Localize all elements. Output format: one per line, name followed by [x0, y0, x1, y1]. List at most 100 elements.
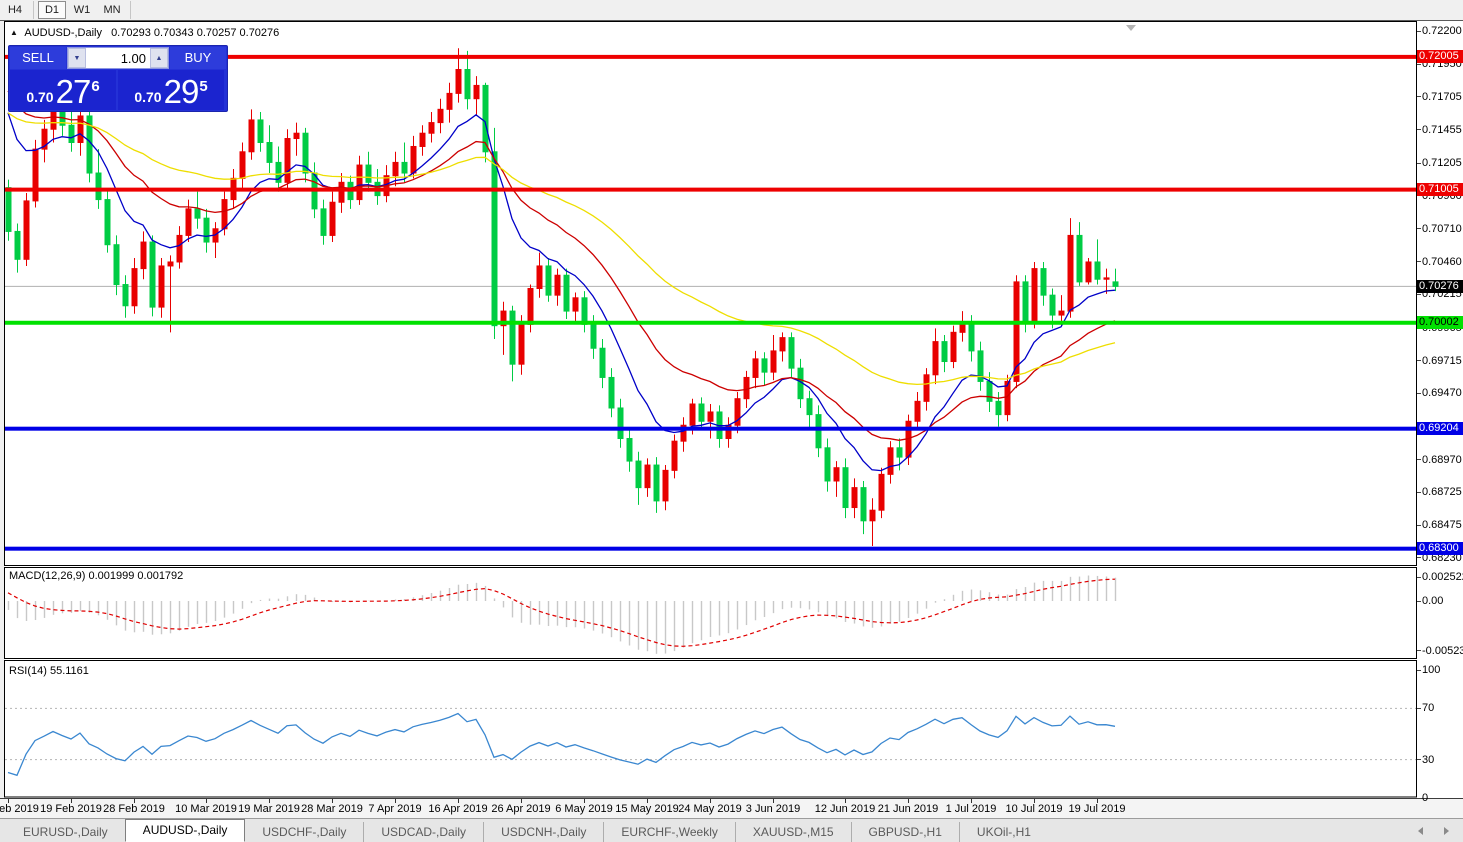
candle-body	[572, 297, 579, 312]
candle-body	[410, 145, 417, 174]
candle-body	[743, 376, 750, 400]
rsi-axis-tick	[1417, 759, 1421, 761]
candle-body	[932, 341, 939, 376]
macd-tick-label: 0.002522	[1422, 571, 1463, 584]
macd-axis-tick	[1417, 600, 1421, 602]
candle-body	[923, 374, 930, 402]
scroll-tabs-left-icon[interactable]	[1415, 826, 1427, 836]
candle-body	[986, 380, 993, 402]
candle-body	[689, 403, 696, 426]
candle-body	[167, 261, 174, 267]
candle-body	[185, 208, 192, 236]
tab-usdcnh-daily[interactable]: USDCNH-,Daily	[483, 822, 603, 842]
macd-tick-label: -0.005234	[1422, 644, 1463, 657]
sell-price-main: 27	[55, 73, 92, 110]
price-axis-tick	[1417, 96, 1421, 98]
chart-shift-marker-icon[interactable]	[1126, 25, 1136, 31]
scroll-tabs-right-icon[interactable]	[1441, 826, 1453, 836]
tab-gbpusd-h1[interactable]: GBPUSD-,H1	[850, 822, 959, 842]
macd-axis-tick	[1417, 650, 1421, 652]
tab-usdcad-daily[interactable]: USDCAD-,Daily	[363, 822, 483, 842]
moving-average-line	[7, 112, 1116, 386]
price-tick-label: 0.68475	[1422, 519, 1462, 532]
candle-body	[878, 473, 885, 511]
buy-price-pip: 5	[199, 78, 208, 95]
timeframe-mn-button[interactable]: MN	[98, 1, 126, 19]
candle-body	[221, 199, 228, 230]
tab-audusd-daily[interactable]: AUDUSD-,Daily	[124, 819, 246, 842]
candle-body	[1049, 294, 1056, 316]
timeframe-h4-button[interactable]: H4	[1, 1, 29, 19]
tab-eurusd-daily[interactable]: EURUSD-,Daily	[6, 822, 125, 842]
tab-eurchf-weekly[interactable]: EURCHF-,Weekly	[603, 822, 734, 842]
level-line	[5, 426, 1416, 431]
candle-body	[887, 447, 894, 475]
buy-price-display[interactable]: 0.70 29 5	[118, 70, 224, 110]
macd-indicator-canvas[interactable]	[0, 566, 1417, 660]
candle-body	[122, 284, 129, 307]
rsi-indicator-canvas[interactable]	[0, 660, 1417, 798]
candle-body	[617, 407, 624, 440]
candle-body	[176, 234, 183, 263]
candle-body	[509, 310, 516, 365]
candle-body	[23, 200, 30, 260]
candle-body	[527, 288, 534, 325]
candle-body	[761, 358, 768, 373]
rsi-axis-tick	[1417, 797, 1421, 799]
date-tick-label: 3 Jun 2019	[745, 803, 801, 815]
candle-body	[941, 341, 948, 363]
rsi-tick-label: 100	[1422, 664, 1441, 676]
volume-increase-button[interactable]: ▲	[150, 48, 168, 68]
volume-input[interactable]	[86, 48, 150, 68]
timeframe-w1-button[interactable]: W1	[68, 1, 96, 19]
timeframe-d1-button[interactable]: D1	[38, 1, 66, 19]
candle-body	[329, 201, 336, 236]
price-axis-tick	[1417, 261, 1421, 263]
candle-body	[599, 347, 606, 378]
candle-body	[644, 464, 651, 489]
collapse-panel-icon[interactable]: ▲	[10, 28, 18, 37]
candle-body	[338, 181, 345, 203]
candle-body	[140, 241, 147, 270]
candle-body	[356, 164, 363, 201]
date-tick-label: 10 Mar 2019	[175, 803, 237, 815]
candle-body	[662, 469, 669, 502]
price-axis-tick	[1417, 129, 1421, 131]
sell-price-display[interactable]: 0.70 27 6	[10, 70, 116, 110]
candle-body	[851, 487, 858, 509]
price-tick-label: 0.71205	[1422, 157, 1462, 170]
candle-body	[32, 148, 39, 202]
candle-body	[770, 350, 777, 373]
price-tick-label: 0.70710	[1422, 222, 1462, 235]
volume-decrease-button[interactable]: ▼	[68, 48, 86, 68]
tab-usdchf-daily[interactable]: USDCHF-,Daily	[245, 822, 363, 842]
candle-body	[464, 68, 471, 100]
date-tick-label: 6 May 2019	[555, 803, 613, 815]
candle-body	[491, 151, 498, 327]
candle-body	[392, 161, 399, 177]
price-axis-tick	[1417, 524, 1421, 526]
tab-xauusd-m15[interactable]: XAUUSD-,M15	[734, 822, 851, 842]
rsi-tick-label: 30	[1422, 753, 1435, 766]
candle-body	[1094, 261, 1101, 280]
date-tick-label: 10 Feb 2019	[0, 803, 39, 815]
price-tick-label: 0.71705	[1422, 90, 1462, 103]
tab-ukoil-h1[interactable]: UKOil-,H1	[958, 822, 1048, 842]
sell-button[interactable]: SELL	[10, 47, 66, 69]
date-axis[interactable]: 10 Feb 201919 Feb 201928 Feb 2019 10 Mar …	[0, 798, 1463, 819]
price-axis-tick	[1417, 557, 1421, 559]
price-axis-column[interactable]	[1417, 21, 1463, 798]
price-tick-label: 0.69470	[1422, 387, 1462, 400]
buy-button[interactable]: BUY	[170, 47, 226, 69]
chart-ohlc-quote: 0.70293 0.70343 0.70257 0.70276	[111, 27, 280, 39]
price-tick-label: 0.71455	[1422, 123, 1462, 136]
date-tick-label: 15 May 2019	[615, 803, 679, 815]
candle-body	[68, 124, 75, 144]
price-tick-label: 0.72200	[1422, 25, 1462, 37]
trading-platform-window: H4 D1 W1 MN ▲ AUDUSD-,Daily 0.70293 0.70…	[0, 0, 1463, 842]
candle-body	[707, 411, 714, 422]
sell-price-pip: 6	[91, 78, 100, 95]
level-price-label: 0.72005	[1417, 50, 1463, 64]
candle-body	[1058, 310, 1065, 316]
chart-title: ▲ AUDUSD-,Daily 0.70293 0.70343 0.70257 …	[10, 27, 279, 39]
